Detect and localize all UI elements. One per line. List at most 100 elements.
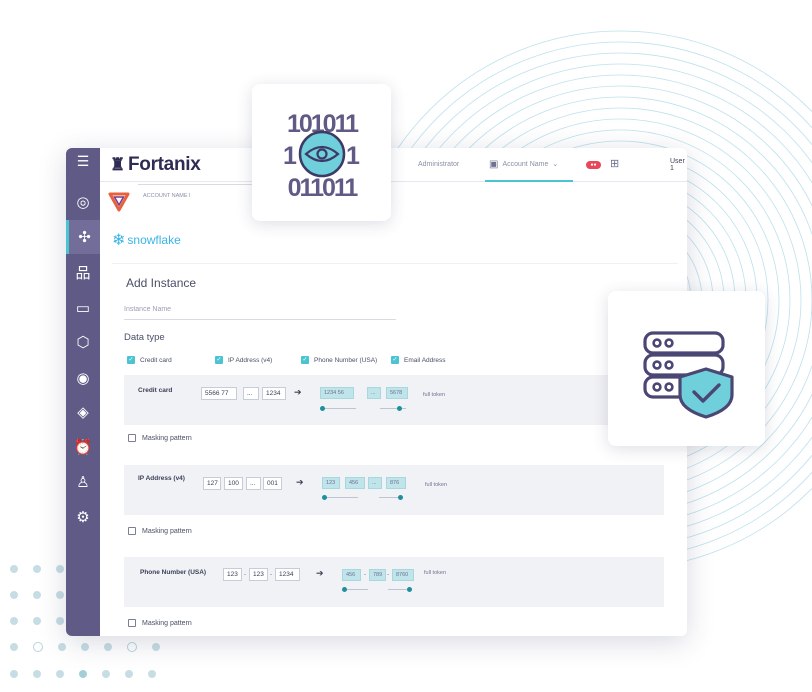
book-icon[interactable]: ⊞: [610, 157, 619, 170]
user-circle-icon[interactable]: ◉: [66, 361, 100, 395]
checkbox-empty-icon: [128, 434, 136, 442]
connector-name: snowflake: [127, 233, 181, 247]
snowflake-logo: ❄ snowflake: [112, 230, 181, 250]
phone-input-line[interactable]: 1234: [275, 568, 300, 581]
checkbox-label: Credit card: [140, 356, 172, 364]
masking-label: Masking pattern: [142, 434, 192, 442]
phone-input-prefix[interactable]: 123: [249, 568, 268, 581]
ip-input-octet-2[interactable]: 100: [224, 477, 243, 490]
dash-separator: -: [387, 571, 390, 578]
credit-token-prefix: 1234 56: [320, 387, 354, 399]
phone-number-label: Phone Number (USA): [140, 569, 207, 576]
slider-handle[interactable]: [322, 495, 327, 500]
ip-input-ellipsis[interactable]: ...: [246, 477, 261, 490]
checkbox-credit-card[interactable]: ✓ Credit card: [127, 356, 215, 364]
user-label: User 1: [670, 157, 685, 172]
user-menu[interactable]: User 1 ▾: [670, 158, 687, 172]
full-token-label: full token: [423, 392, 446, 398]
add-instance-panel: Add Instance Instance Name Data type ✓ Cr…: [112, 263, 678, 636]
masking-pattern-checkbox[interactable]: Masking pattern: [128, 527, 192, 535]
account-switcher-label: Account Name: [502, 160, 549, 168]
phone-token-area: 456: [342, 569, 361, 581]
masking-label: Masking pattern: [142, 619, 192, 627]
checkbox-label: Email Address: [404, 356, 446, 364]
ip-input-octet-4[interactable]: 001: [263, 477, 282, 490]
slider-handle[interactable]: [398, 495, 403, 500]
chevron-down-icon: ⌄: [552, 161, 559, 168]
role-label: Administrator: [418, 161, 460, 168]
notification-badge[interactable]: ●●: [586, 161, 601, 169]
dash-separator: -: [364, 571, 367, 578]
checkbox-email-address[interactable]: ✓ Email Address: [391, 356, 446, 364]
ip-token-2: 456: [345, 477, 365, 489]
account-bar: ACCOUNT NAME I: [100, 182, 687, 222]
binary-row-2-left: 1: [283, 142, 297, 170]
alarm-icon[interactable]: ⏰: [66, 430, 100, 464]
account-logo: [108, 192, 130, 212]
panel-title: Add Instance: [126, 276, 197, 290]
menu-icon[interactable]: ☰: [66, 148, 100, 174]
checkbox-ip-address[interactable]: ✓ IP Address (v4): [215, 356, 301, 364]
eye-icon: [298, 130, 346, 178]
full-token-label: full token: [424, 570, 447, 576]
slider-handle[interactable]: [397, 406, 402, 411]
plugins-icon[interactable]: ✣: [66, 220, 100, 254]
ip-input-octet-1[interactable]: 127: [203, 477, 221, 490]
credit-input-suffix[interactable]: 1234: [262, 387, 286, 400]
ip-token-1: 123: [322, 477, 340, 489]
arrow-right-icon: ➔: [296, 477, 304, 487]
credit-token-suffix: 5678: [386, 387, 408, 399]
slider-handle[interactable]: [320, 406, 325, 411]
checkbox-checked-icon: ✓: [301, 356, 309, 364]
snowflake-icon: ❄: [112, 232, 126, 249]
hierarchy-icon[interactable]: 品: [66, 255, 100, 289]
binary-row-2-right: 1: [346, 142, 360, 170]
ip-token-3: ...: [368, 477, 382, 489]
slider-track: [344, 589, 368, 590]
checkbox-checked-icon: ✓: [391, 356, 399, 364]
terminal-icon[interactable]: ▭: [66, 291, 100, 325]
masking-pattern-checkbox[interactable]: Masking pattern: [128, 619, 192, 627]
secure-database-card: [608, 291, 765, 446]
dash-separator: -: [270, 571, 273, 578]
checkbox-phone-number[interactable]: ✓ Phone Number (USA): [301, 356, 391, 364]
slider-track: [322, 408, 356, 409]
account-switcher[interactable]: ▣ Account Name ⌄: [485, 148, 573, 182]
fortanix-tower-icon: ♜: [110, 154, 125, 174]
ip-token-4: 876: [386, 477, 406, 489]
dashboard-icon[interactable]: ◎: [66, 185, 100, 219]
app-window: ☰ ◎ ✣ 品 ▭ ⬡ ◉ ◈ ⏰ ♙ ⚙ ♜ Fortanix Adminis…: [66, 148, 687, 636]
dash-separator: -: [244, 571, 247, 578]
credit-token-middle: ...: [367, 387, 381, 399]
phone-input-area[interactable]: 123: [223, 568, 242, 581]
cube-icon[interactable]: ◈: [66, 395, 100, 429]
masking-pattern-checkbox[interactable]: Masking pattern: [128, 434, 192, 442]
monitor-icon: ▣: [489, 158, 499, 170]
masking-label: Masking pattern: [142, 527, 192, 535]
credit-input-prefix[interactable]: 5566 77: [201, 387, 237, 400]
instance-name-input[interactable]: Instance Name: [124, 306, 396, 320]
checkbox-empty-icon: [128, 527, 136, 535]
checkbox-checked-icon: ✓: [215, 356, 223, 364]
binary-row-3: 011011: [288, 174, 359, 202]
checkbox-label: IP Address (v4): [228, 356, 273, 364]
integration-icon[interactable]: ⬡: [66, 325, 100, 359]
slider-handle[interactable]: [407, 587, 412, 592]
credit-input-middle[interactable]: ...: [243, 387, 259, 400]
settings-icon[interactable]: ⚙: [66, 500, 100, 534]
slider-handle[interactable]: [342, 587, 347, 592]
slider-track: [324, 497, 358, 498]
data-masking-card: 101011 1 1 011011: [252, 84, 391, 221]
slider-track: [380, 408, 406, 409]
phone-token-prefix: 789: [369, 569, 386, 581]
phone-token-line: 8760: [392, 569, 414, 581]
top-bar: ♜ Fortanix Administrator ▣ Account Name …: [100, 148, 687, 182]
checkbox-label: Phone Number (USA): [314, 356, 378, 364]
sidebar: ☰ ◎ ✣ 品 ▭ ⬡ ◉ ◈ ⏰ ♙ ⚙: [66, 148, 100, 636]
checkbox-empty-icon: [128, 619, 136, 627]
checkbox-checked-icon: ✓: [127, 356, 135, 364]
credit-card-block: Credit card 5566 77 ... 1234 ➔ 1234 56 .…: [124, 375, 664, 425]
user-alert-icon[interactable]: ♙: [66, 465, 100, 499]
fortanix-logo[interactable]: ♜ Fortanix: [110, 154, 201, 176]
binary-eye-icon: 101011 1 1 011011: [283, 110, 361, 202]
